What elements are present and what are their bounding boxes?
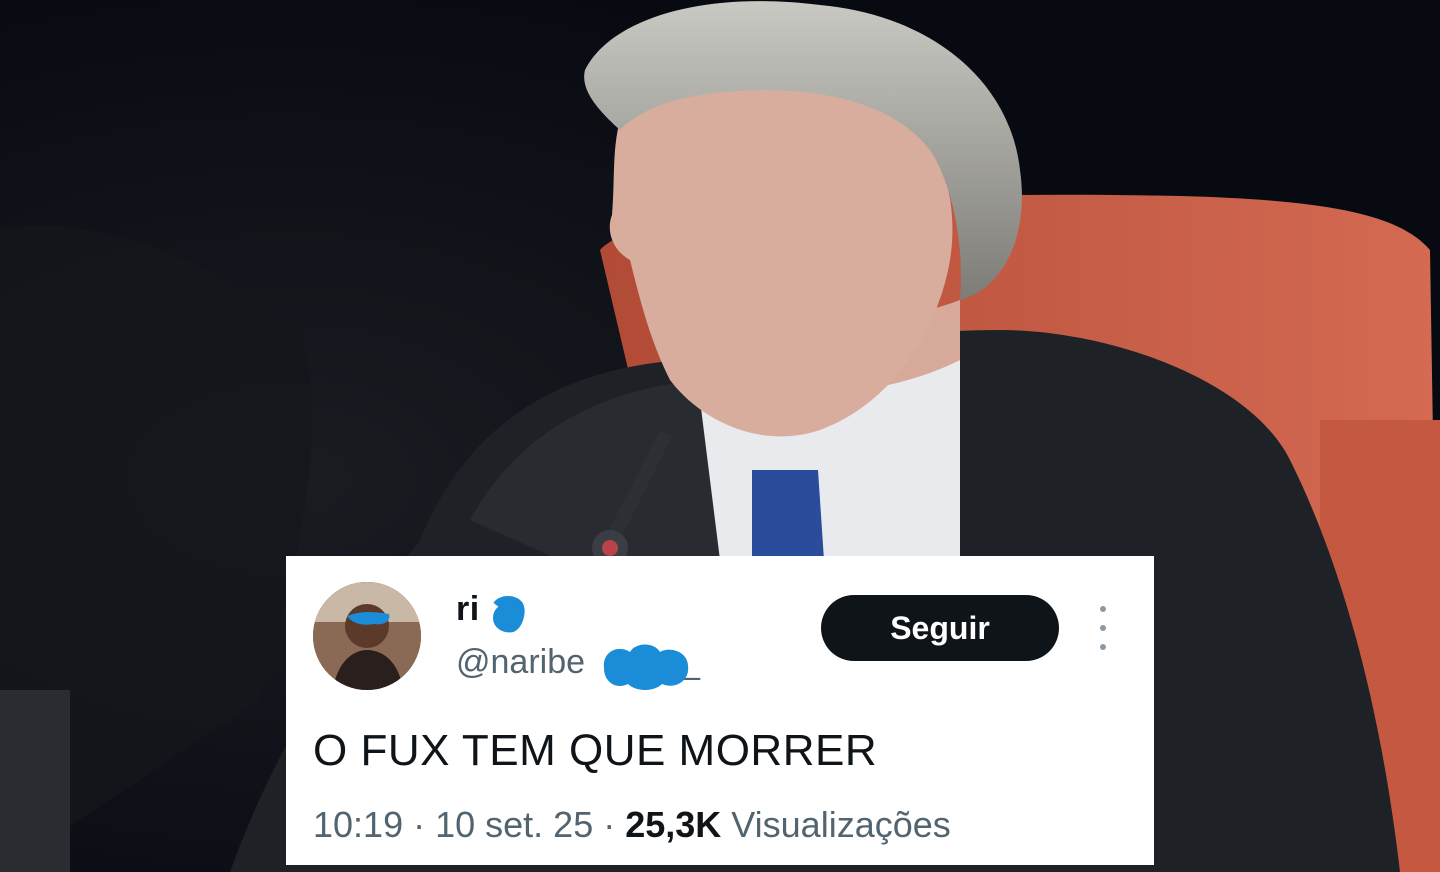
display-name[interactable]: ri	[456, 590, 480, 629]
tweet-date[interactable]: 10 set. 25	[435, 804, 593, 845]
redaction-scribble-icon	[603, 644, 689, 690]
more-options-icon[interactable]	[1091, 606, 1115, 650]
tweet-time[interactable]: 10:19	[313, 804, 403, 845]
meta-separator: ·	[403, 804, 436, 845]
views-count[interactable]: 25,3K	[625, 804, 721, 845]
tweet-metadata: 10:19 · 10 set. 25 · 25,3K Visualizações	[313, 804, 951, 846]
views-label: Visualizações	[721, 804, 951, 845]
redaction-scribble-icon	[492, 596, 525, 633]
handle-prefix: @naribe	[456, 643, 586, 681]
follow-button[interactable]: Seguir	[821, 595, 1059, 661]
tweet-text: O FUX TEM QUE MORRER	[313, 726, 878, 775]
avatar[interactable]	[313, 582, 421, 690]
laptop-icon	[0, 690, 70, 872]
meta-separator: ·	[593, 804, 626, 845]
tweet-card: ri @naribe _ Seguir O FUX TEM QUE MORRER …	[286, 556, 1154, 865]
